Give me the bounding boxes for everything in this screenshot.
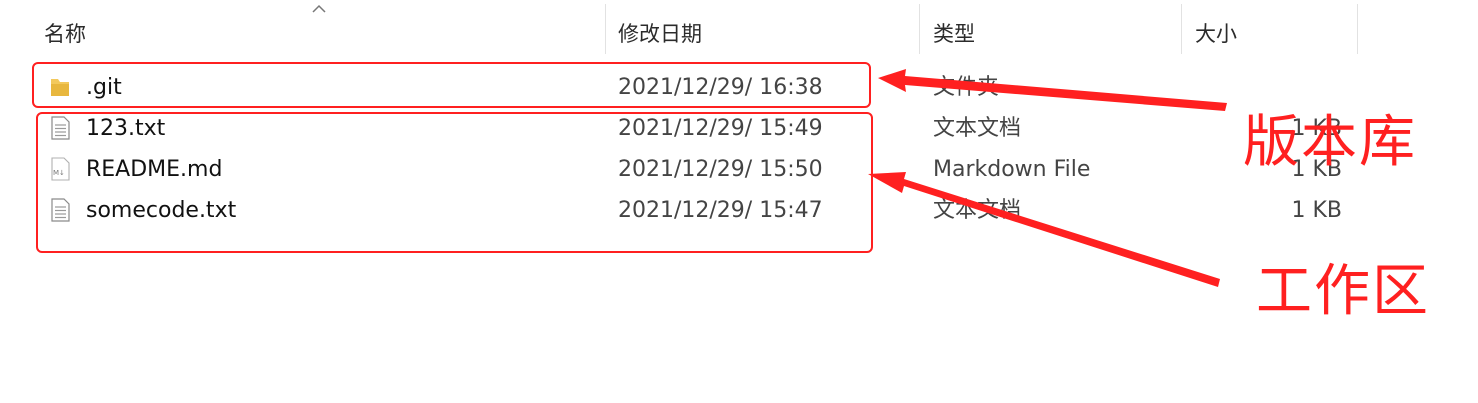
markdown-file-icon: M↓ [51, 157, 70, 181]
column-header-modified[interactable]: 修改日期 [618, 18, 702, 48]
file-modified-date: 2021/12/29/ 15:50 [618, 157, 823, 182]
file-row[interactable]: somecode.txt 2021/12/29/ 15:47 文本文档 1 KB [0, 191, 1478, 231]
repository-label: 版本库 [1243, 110, 1417, 175]
sort-ascending-icon[interactable] [312, 4, 326, 14]
svg-text:M↓: M↓ [53, 169, 65, 177]
file-type: 文本文档 [933, 198, 1022, 223]
column-header-bar: 名称 修改日期 类型 大小 [0, 0, 1478, 62]
file-name: README.md [86, 157, 223, 182]
text-file-icon [51, 198, 70, 222]
file-name: .git [86, 75, 122, 100]
file-type: Markdown File [933, 157, 1091, 182]
file-type: 文件夹 [933, 75, 1000, 100]
text-file-icon [51, 116, 70, 140]
column-divider[interactable] [605, 4, 606, 54]
file-name: somecode.txt [86, 198, 237, 223]
column-divider[interactable] [1181, 4, 1182, 54]
file-size: 1 KB [1291, 198, 1342, 223]
file-modified-date: 2021/12/29/ 15:47 [618, 198, 823, 223]
column-header-size[interactable]: 大小 [1195, 18, 1237, 48]
column-divider[interactable] [919, 4, 920, 54]
folder-icon [51, 79, 69, 96]
file-type: 文本文档 [933, 116, 1022, 141]
column-header-name[interactable]: 名称 [44, 18, 86, 48]
file-modified-date: 2021/12/29/ 16:38 [618, 75, 823, 100]
column-divider[interactable] [1357, 4, 1358, 54]
file-modified-date: 2021/12/29/ 15:49 [618, 116, 823, 141]
file-name: 123.txt [86, 116, 166, 141]
workspace-label: 工作区 [1256, 259, 1430, 324]
column-header-type[interactable]: 类型 [933, 18, 975, 48]
